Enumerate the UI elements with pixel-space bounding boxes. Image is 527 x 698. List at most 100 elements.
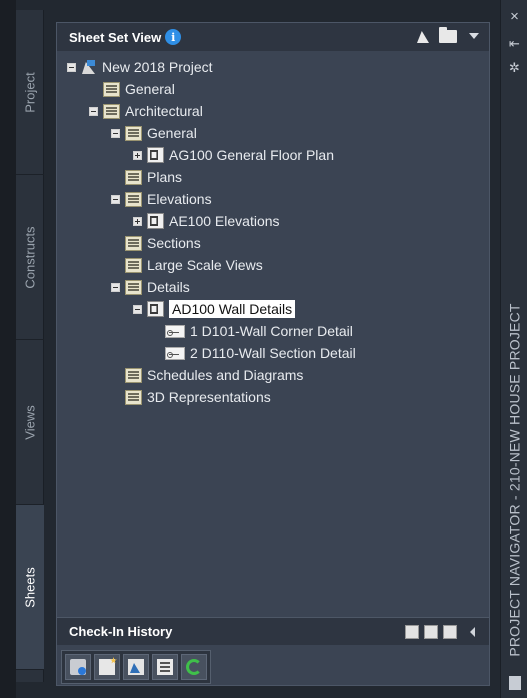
check-in-toolbar <box>405 625 475 639</box>
tree-connector <box>111 261 120 270</box>
tab-constructs[interactable]: Constructs <box>16 175 44 340</box>
expand-icon[interactable] <box>133 150 142 160</box>
auto-hide-icon[interactable]: ⇤ <box>501 36 527 52</box>
subset-folder-icon <box>125 191 142 207</box>
tree-connector <box>111 239 120 248</box>
tree-node[interactable]: General <box>111 122 197 144</box>
subset-folder-icon <box>125 367 142 383</box>
sheet-set-properties-button[interactable] <box>123 654 149 680</box>
publish-button[interactable] <box>65 654 91 680</box>
tree-node-label: Plans <box>147 169 183 185</box>
tree-node[interactable]: AE100 Elevations <box>133 210 280 232</box>
subset-folder-icon <box>125 235 142 251</box>
tab-project[interactable]: Project <box>16 10 44 175</box>
sheet-icon <box>147 301 164 317</box>
properties-gear-icon[interactable]: ✲ <box>501 60 527 76</box>
tree-node-label: AE100 Elevations <box>169 213 280 229</box>
subset-folder-icon <box>125 279 142 295</box>
collapse-arrow-icon[interactable] <box>470 627 475 637</box>
tree-node-label: New 2018 Project <box>102 59 213 75</box>
sheet-set-properties-icon <box>128 659 144 675</box>
palette-grip-icon[interactable] <box>509 676 521 690</box>
subset-folder-icon <box>103 81 120 97</box>
tree-node[interactable]: AD100 Wall Details <box>133 298 296 320</box>
expand-icon[interactable] <box>133 216 142 226</box>
tree-node[interactable]: Large Scale Views <box>111 254 263 276</box>
tree-node[interactable]: New 2018 Project <box>67 56 213 78</box>
sheet-set-icon <box>81 59 97 75</box>
subset-folder-icon <box>125 389 142 405</box>
tree-node-label: AD100 Wall Details <box>169 300 296 318</box>
view-sheet-icon[interactable] <box>443 625 457 639</box>
collapse-icon[interactable] <box>111 282 120 292</box>
collapse-icon[interactable] <box>133 304 142 314</box>
project-navigator-window: Project Constructs Views Sheets Sheet Se… <box>0 0 527 698</box>
tree-node-label: General <box>147 125 197 141</box>
tree-connector <box>111 393 120 402</box>
collapse-icon[interactable] <box>89 106 98 116</box>
tab-views-label: Views <box>22 404 38 440</box>
collapse-icon[interactable] <box>111 194 120 204</box>
checkin-history-icon[interactable] <box>405 625 419 639</box>
tree-node-label: General <box>125 81 175 97</box>
close-icon[interactable]: × <box>501 8 527 25</box>
tree-node-label: 2 D110-Wall Section Detail <box>190 345 356 361</box>
tree-node[interactable]: 3D Representations <box>111 386 271 408</box>
tree-node[interactable]: General <box>89 78 175 100</box>
tree-connector <box>111 371 120 380</box>
tree-node[interactable]: Schedules and Diagrams <box>111 364 303 386</box>
tree-node[interactable]: Architectural <box>89 100 203 122</box>
tree-node[interactable]: AG100 General Floor Plan <box>133 144 334 166</box>
new-sheet-button[interactable] <box>94 654 120 680</box>
tab-project-label: Project <box>22 71 38 113</box>
tree-node-label: Sections <box>147 235 201 251</box>
tree-node[interactable]: Elevations <box>111 188 212 210</box>
tree-node[interactable]: 1 D101-Wall Corner Detail <box>151 320 353 342</box>
tree-node[interactable]: Details <box>111 276 190 298</box>
tab-constructs-label: Constructs <box>22 225 38 289</box>
tree-connector <box>89 85 98 94</box>
refresh-button[interactable] <box>181 654 207 680</box>
list-icon[interactable] <box>424 625 438 639</box>
properties-icon <box>157 659 173 675</box>
tree-node-label: Elevations <box>147 191 212 207</box>
header-toolbar <box>417 26 479 43</box>
tree-node-label: Details <box>147 279 190 295</box>
palette-title-strip: × ⇤ ✲ PROJECT NAVIGATOR - 210-NEW HOUSE … <box>500 0 527 698</box>
subset-folder-icon <box>125 125 142 141</box>
sheet-set-icon[interactable] <box>417 29 433 43</box>
tab-sheets[interactable]: Sheets <box>16 505 44 670</box>
left-edge <box>0 0 16 698</box>
tree-node[interactable]: Sections <box>111 232 201 254</box>
tree-node[interactable]: Plans <box>111 166 182 188</box>
bottom-button-group <box>61 650 211 684</box>
tab-views[interactable]: Views <box>16 340 44 505</box>
tree-node-label: Schedules and Diagrams <box>147 367 304 383</box>
check-in-history-title: Check-In History <box>69 624 173 639</box>
tree-node[interactable]: 2 D110-Wall Section Detail <box>151 342 356 364</box>
tree-connector <box>151 349 160 358</box>
folder-icon[interactable] <box>439 26 457 43</box>
tree-node-label: 3D Representations <box>147 389 271 405</box>
collapse-icon[interactable] <box>67 62 76 72</box>
tree-node-label: Architectural <box>125 103 203 119</box>
side-tab-strip: Project Constructs Views Sheets <box>16 10 44 682</box>
tree-node-label: 1 D101-Wall Corner Detail <box>190 323 353 339</box>
tree-node-label: Large Scale Views <box>147 257 263 273</box>
info-icon[interactable]: i <box>165 29 182 45</box>
tree-connector <box>111 173 120 182</box>
sheet-set-tree: New 2018 Project General Architectural Gene… <box>57 53 489 603</box>
view-icon <box>165 324 185 338</box>
refresh-icon <box>186 659 202 675</box>
bottom-toolbar <box>57 649 489 685</box>
palette-vertical-title-text: PROJECT NAVIGATOR - 210-NEW HOUSE PROJEC… <box>506 303 523 657</box>
properties-button[interactable] <box>152 654 178 680</box>
check-in-history-header[interactable]: Check-In History <box>57 617 489 645</box>
new-sheet-icon <box>99 659 115 675</box>
tree-node-label: AG100 General Floor Plan <box>169 147 334 163</box>
dropdown-arrow-icon[interactable] <box>469 33 479 39</box>
panel-title: Sheet Set View <box>69 29 162 45</box>
collapse-icon[interactable] <box>111 128 120 138</box>
view-icon <box>165 346 185 360</box>
sheet-icon <box>147 213 164 229</box>
